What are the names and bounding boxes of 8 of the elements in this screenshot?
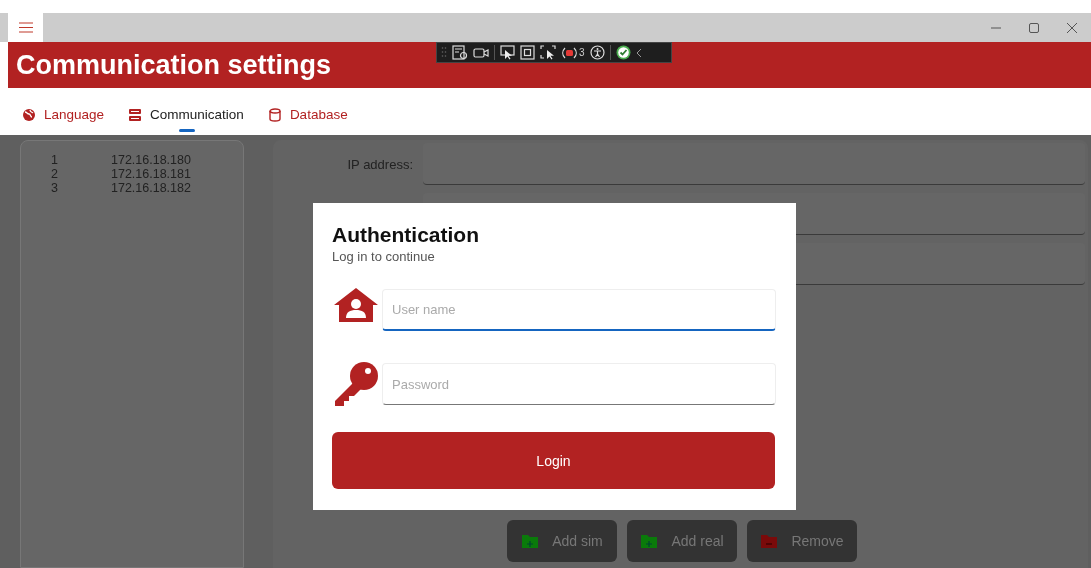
dialog-subtitle: Log in to continue [332,249,436,264]
field-label: IP address: [346,156,413,172]
row-number: 1 [51,153,59,167]
error-count: 3 [579,47,585,58]
row-number: 2 [51,167,59,181]
row-number: 3 [51,181,59,195]
page-title: Communication settings [16,49,332,81]
dialog-title: Authentication [332,223,480,247]
